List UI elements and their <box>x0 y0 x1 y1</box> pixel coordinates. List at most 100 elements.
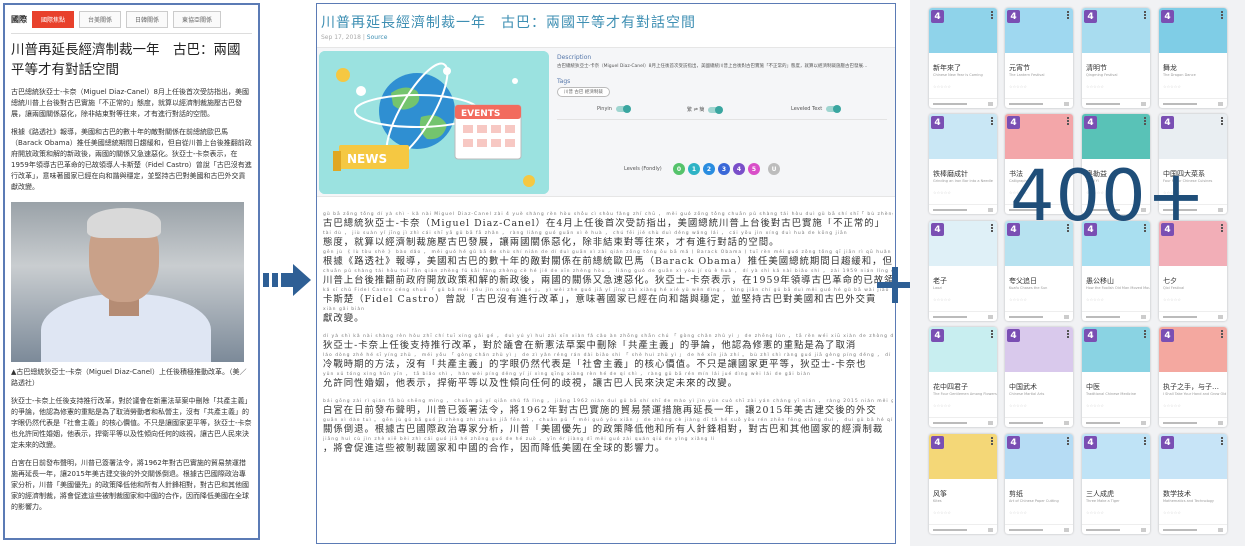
hanzi-line[interactable]: 獻改變。 <box>323 313 893 325</box>
more-menu-icon[interactable] <box>991 117 994 125</box>
star-rating-icon: ☆☆☆☆☆ <box>1163 403 1181 408</box>
more-menu-icon[interactable] <box>1221 11 1224 19</box>
card-subtitle: Kuafu Chases the Sun <box>1009 286 1048 290</box>
more-menu-icon[interactable] <box>1144 330 1147 338</box>
reader-card[interactable]: 4 老子 Laozi ☆☆☆☆☆ <box>929 221 997 321</box>
reader-card[interactable]: 4 三人成虎 Three Make a Tiger ☆☆☆☆☆ <box>1082 434 1150 534</box>
star-rating-icon: ☆☆☆☆☆ <box>933 84 951 89</box>
card-subtitle: I Shall Take Your Hand and Grow Old with… <box>1163 392 1227 396</box>
pinyin-toggle[interactable]: Pinyin <box>597 105 631 113</box>
star-rating-icon: ☆☆☆☆☆ <box>1009 297 1027 302</box>
level-badge: 4 <box>1007 329 1020 342</box>
more-menu-icon[interactable] <box>991 330 994 338</box>
hanzi-line[interactable]: 古巴總統狄亞士-卡奈（Miguel Diaz-Canel）在4月上任後首次受訪指… <box>323 218 893 230</box>
reader-card[interactable]: 4 元宵节 The Lantern Festival ☆☆☆☆☆ <box>1005 8 1073 108</box>
level-button-u[interactable]: U <box>768 163 780 175</box>
more-menu-icon[interactable] <box>1221 224 1224 232</box>
nav-tab-japan-korea[interactable]: 日韓關係 <box>126 11 169 28</box>
more-menu-icon[interactable] <box>1144 117 1147 125</box>
reader-card[interactable]: 4 花中四君子 The Four Gentlemen Among Flowers ☆☆… <box>929 327 997 427</box>
nav-tab-focus[interactable]: 國際焦點 <box>32 11 75 28</box>
card-subtitle: Art of Chinese Paper Cutting <box>1009 499 1059 503</box>
pinyin-line: yǔn xǔ tóng xìng hūn yīn ， tā biǎo shì ，… <box>323 372 811 377</box>
script-toggle[interactable]: 繁 ⇌ 簡 <box>687 105 724 114</box>
pinyin-switch[interactable] <box>615 105 631 113</box>
hanzi-line[interactable]: 川普上台後推翻前政府開放政策和解的新政後，兩國的關係又急速惡化。狄亞士-卡奈表示… <box>323 275 893 287</box>
card-footer <box>929 204 997 214</box>
tags-label: Tags <box>557 78 571 85</box>
reader-header-area: NEWS EVENTS Description 古巴總統狄亞士-卡奈（Migue… <box>317 47 895 197</box>
hanzi-line[interactable]: 根據《路透社》報導，美國和古巴的數十年的敵對關係在前總統歐巴馬（Barack O… <box>323 256 893 268</box>
card-footer <box>929 98 997 108</box>
hanzi-line[interactable]: 允許同性婚姻，他表示，捍衛平等以及性傾向任何的歧視，讓古巴人民來決定未來的改變。 <box>323 378 893 390</box>
hanzi-line[interactable]: 冷戰時期的方法，沒有「共產主義」的字眼仍然代表是「社會主義」的核心價值。不只是讓… <box>323 359 893 371</box>
more-menu-icon[interactable] <box>1067 437 1070 445</box>
more-menu-icon[interactable] <box>1067 330 1070 338</box>
nav-home-link[interactable]: 國際 <box>11 14 27 25</box>
leveled-text-toggle[interactable]: Leveled Text <box>791 105 842 113</box>
more-menu-icon[interactable] <box>1221 117 1224 125</box>
more-menu-icon[interactable] <box>1221 437 1224 445</box>
card-footer <box>1005 311 1073 321</box>
reader-card[interactable]: 4 数学技术 Mathematics and Technology ☆☆☆☆☆ <box>1159 434 1227 534</box>
level-button-1[interactable]: 1 <box>688 163 700 175</box>
photo-caption: ▲古巴總統狄亞士-卡奈（Miguel Diaz-Canel）上任後積極推動改革。… <box>11 368 247 387</box>
reader-meta: Sep 17, 2018 | Source <box>317 32 895 41</box>
reader-card[interactable]: 4 舞龙 The Dragon Dance ☆☆☆☆☆ <box>1159 8 1227 108</box>
pinyin-line: láo dòng zhě hé sī yíng zhǔ ， méi yǒu 「 … <box>323 353 893 358</box>
more-menu-icon[interactable] <box>1221 330 1224 338</box>
reader-card[interactable]: 4 中医 Traditional Chinese Medicine ☆☆☆☆☆ <box>1082 327 1150 427</box>
card-title: 七夕 <box>1163 277 1177 285</box>
reader-source-link[interactable]: Source <box>367 34 388 41</box>
more-menu-icon[interactable] <box>1067 117 1070 125</box>
star-rating-icon: ☆☆☆☆☆ <box>1009 510 1027 515</box>
reader-text-body: gǔ bā zǒng tǒng dí yà shì · kǎ nài Migue… <box>323 211 893 455</box>
more-menu-icon[interactable] <box>991 11 994 19</box>
reader-card[interactable]: 4 铁棒磨成针 Grinding an Iron Bar into a Needle… <box>929 114 997 214</box>
leveled-text-switch[interactable] <box>826 105 842 113</box>
level-button-0[interactable]: 0 <box>673 163 685 175</box>
level-button-5[interactable]: 5 <box>748 163 760 175</box>
pinyin-line: guān xì dào tuì 。 gēn jù gǔ bā guó jì zh… <box>323 418 893 423</box>
reader-card[interactable]: 4 中国武术 Chinese Martial Arts ☆☆☆☆☆ <box>1005 327 1073 427</box>
level-badge: 4 <box>1161 436 1174 449</box>
hanzi-line[interactable]: 白宮在日前發布聲明，川普已簽署法令，將1962年對古巴實施的貿易禁運措施再延長一… <box>323 405 893 417</box>
nav-tab-asean[interactable]: 東協亞關係 <box>173 11 222 28</box>
hanzi-line[interactable]: ，將會促進這些被制裁國家和中國的合作，因而降低美國在全球的影響力。 <box>323 443 893 455</box>
nav-tab-taiwan-us[interactable]: 台美關係 <box>79 11 122 28</box>
pinyin-line: chuān pǔ shàng tái hòu tuī fān qián zhèn… <box>323 269 893 274</box>
reader-card[interactable]: 4 风筝 Kites ☆☆☆☆☆ <box>929 434 997 534</box>
card-title: 老子 <box>933 277 947 285</box>
hanzi-line[interactable]: 態度，就算以經濟制裁施壓古巴發展，讓兩國關係惡化，除非結束對等往來，才有進行對話… <box>323 237 893 249</box>
card-title: 元宵节 <box>1009 64 1030 72</box>
card-title: 舞龙 <box>1163 64 1177 72</box>
star-rating-icon: ☆☆☆☆☆ <box>1009 403 1027 408</box>
script-switch[interactable] <box>708 105 724 114</box>
reader-card[interactable]: 4 新年來了 Chinese New Year is Coming ☆☆☆☆☆ <box>929 8 997 108</box>
level-button-2[interactable]: 2 <box>703 163 715 175</box>
more-menu-icon[interactable] <box>991 224 994 232</box>
reader-card[interactable]: 4 执子之手，与子… I Shall Take Your Hand and Grow… <box>1159 327 1227 427</box>
catalog-count-label: 400+ <box>1010 155 1207 237</box>
reader-card[interactable]: 4 剪纸 Art of Chinese Paper Cutting ☆☆☆☆☆ <box>1005 434 1073 534</box>
hanzi-line[interactable]: 關係倒退。根據古巴國際政治專家分析，川普「美國優先」的政策降低他和所有人針鋒相對… <box>323 424 893 436</box>
more-menu-icon[interactable] <box>1144 11 1147 19</box>
level-badge: 4 <box>1084 116 1097 129</box>
hanzi-line[interactable]: 卡斯楚（Fidel Castro）曾說「古巴沒有進行改革」，意味著國家已經在向和… <box>323 294 893 306</box>
level-button-4[interactable]: 4 <box>733 163 745 175</box>
star-rating-icon: ☆☆☆☆☆ <box>1163 510 1181 515</box>
star-rating-icon: ☆☆☆☆☆ <box>1163 84 1181 89</box>
card-footer <box>1159 524 1227 534</box>
more-menu-icon[interactable] <box>991 437 994 445</box>
tag-pill[interactable]: 川普 古巴 經濟制裁 <box>557 87 610 97</box>
level-button-3[interactable]: 3 <box>718 163 730 175</box>
arrow-right-icon <box>263 264 311 296</box>
hanzi-line[interactable]: 狄亞士-卡奈上任後支持推行改革，對於議會在新憲法草案中刪除「共產主義」的爭論，他… <box>323 340 893 352</box>
reader-card[interactable]: 4 清明节 Qingming Festival ☆☆☆☆☆ <box>1082 8 1150 108</box>
card-footer <box>1082 98 1150 108</box>
level-badge: 4 <box>1007 10 1020 23</box>
card-footer <box>929 417 997 427</box>
card-footer <box>1005 524 1073 534</box>
more-menu-icon[interactable] <box>1067 11 1070 19</box>
more-menu-icon[interactable] <box>1144 437 1147 445</box>
